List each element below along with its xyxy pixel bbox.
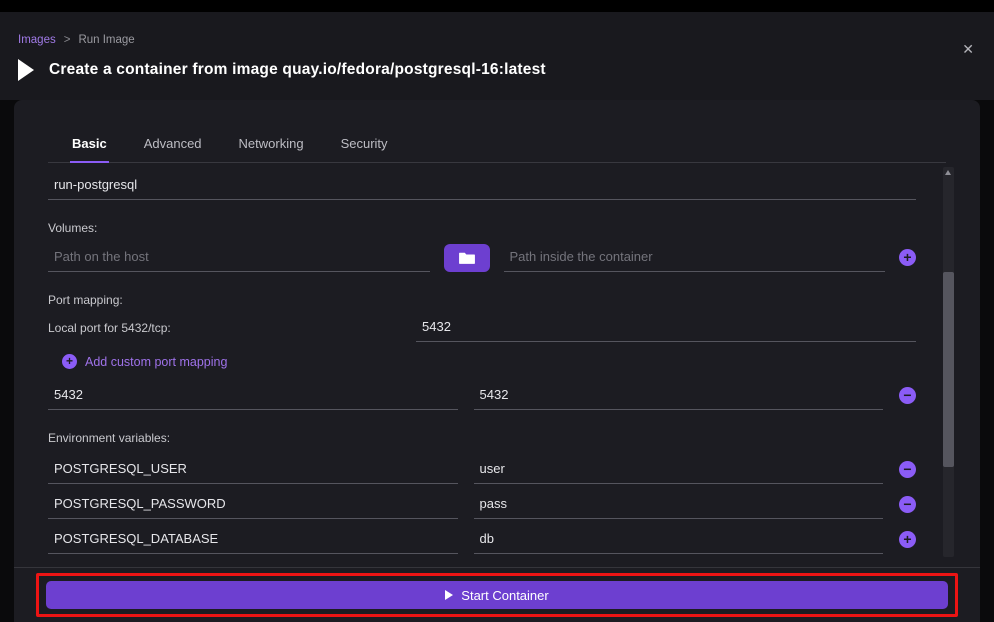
tab-basic[interactable]: Basic: [70, 136, 109, 163]
tab-basic-label: Basic: [72, 136, 107, 151]
card-footer: Start Container: [14, 568, 980, 622]
tab-security-label: Security: [341, 136, 388, 151]
container-name-row: [48, 171, 916, 200]
volumes-label: Volumes:: [48, 221, 916, 235]
remove-port-mapping-icon[interactable]: −: [899, 387, 916, 404]
form-scroll-area: Volumes: + Port mapping: Local port for …: [14, 163, 980, 568]
env-row: −: [48, 455, 916, 484]
volume-container-path-input[interactable]: [504, 243, 886, 272]
env-name-input[interactable]: [48, 455, 458, 484]
add-custom-port-mapping[interactable]: + Add custom port mapping: [62, 354, 227, 369]
breadcrumb-separator: >: [64, 34, 71, 46]
add-env-var-icon[interactable]: +: [899, 531, 916, 548]
volume-row: +: [48, 243, 916, 272]
run-image-card: Basic Advanced Networking Security Volum…: [14, 100, 980, 622]
env-name-input[interactable]: [48, 490, 458, 519]
env-row: +: [48, 525, 916, 554]
page-title: Create a container from image quay.io/fe…: [49, 61, 546, 79]
page-body: Basic Advanced Networking Security Volum…: [0, 100, 994, 622]
remove-env-var-icon[interactable]: −: [899, 496, 916, 513]
scroll-up-icon[interactable]: [945, 170, 951, 175]
play-icon: [445, 590, 453, 600]
local-port-row: Local port for 5432/tcp:: [48, 313, 916, 342]
add-port-icon: +: [62, 354, 77, 369]
folder-icon: [459, 251, 475, 265]
volume-host-path-input[interactable]: [48, 243, 430, 272]
local-port-input[interactable]: [416, 313, 916, 342]
scrollbar-track[interactable]: [943, 167, 954, 557]
breadcrumb: Images > Run Image: [18, 12, 976, 46]
play-icon: [18, 59, 34, 81]
env-value-input[interactable]: [474, 490, 884, 519]
custom-port-host-input[interactable]: [48, 381, 458, 410]
add-volume-icon[interactable]: +: [899, 249, 916, 266]
env-name-input[interactable]: [48, 525, 458, 554]
breadcrumb-images-link[interactable]: Images: [18, 34, 56, 46]
port-mapping-label: Port mapping:: [48, 293, 916, 307]
container-name-input[interactable]: [48, 171, 916, 200]
env-vars-label: Environment variables:: [48, 431, 916, 445]
env-value-input[interactable]: [474, 455, 884, 484]
highlight-annotation: Start Container: [36, 573, 958, 617]
env-row: −: [48, 490, 916, 519]
close-icon[interactable]: ✕: [962, 42, 974, 56]
tab-networking[interactable]: Networking: [237, 136, 306, 163]
remove-env-var-icon[interactable]: −: [899, 461, 916, 478]
breadcrumb-current: Run Image: [78, 34, 134, 46]
browse-folder-button[interactable]: [444, 244, 490, 272]
add-custom-port-label: Add custom port mapping: [85, 355, 227, 369]
tab-advanced[interactable]: Advanced: [142, 136, 204, 163]
env-value-input[interactable]: [474, 525, 884, 554]
tab-networking-label: Networking: [239, 136, 304, 151]
custom-port-row: −: [48, 381, 916, 410]
titlebar: [0, 0, 994, 12]
tab-advanced-label: Advanced: [144, 136, 202, 151]
start-container-button[interactable]: Start Container: [46, 581, 948, 609]
page-header: Images > Run Image ✕ Create a container …: [0, 12, 994, 100]
title-row: Create a container from image quay.io/fe…: [18, 59, 976, 81]
tab-security[interactable]: Security: [339, 136, 390, 163]
local-port-label: Local port for 5432/tcp:: [48, 321, 400, 335]
start-container-label: Start Container: [461, 588, 548, 603]
custom-port-container-input[interactable]: [474, 381, 884, 410]
app-window: Images > Run Image ✕ Create a container …: [0, 0, 994, 622]
tab-bar: Basic Advanced Networking Security: [48, 136, 946, 163]
scrollbar-thumb[interactable]: [943, 272, 954, 467]
